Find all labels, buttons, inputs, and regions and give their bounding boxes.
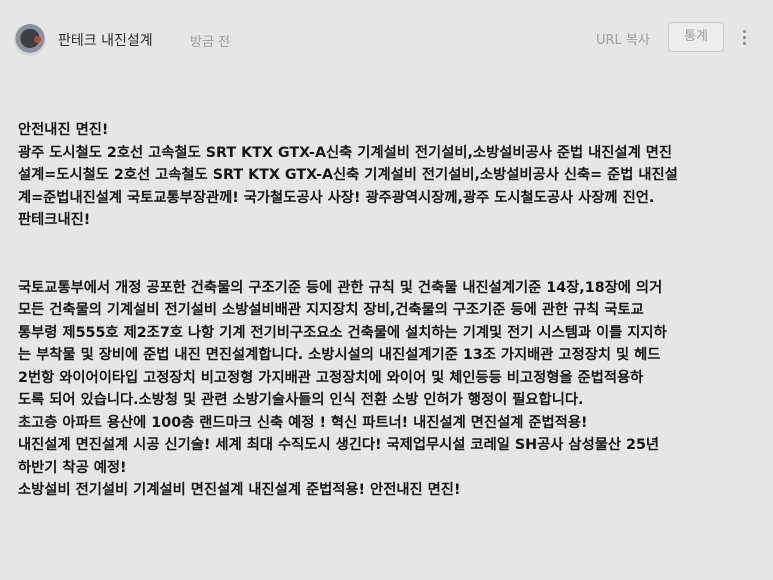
- body-line: 도록 되어 있습니다.소방청 및 관련 소방기술사들의 인식 전환 소방 인허가…: [18, 392, 584, 408]
- avatar-logo-dot: [34, 36, 41, 43]
- body-line: 국토교통부에서 개정 공포한 건축물의 구조기준 등에 관한 규칙 및 건축물 …: [18, 279, 663, 296]
- body-line: 통부령 제555호 제2조7호 나항 기계 전기비구조요소 건축물에 설치하는 …: [18, 324, 667, 341]
- url-copy-link[interactable]: URL 복사: [596, 29, 650, 48]
- body-line: 설계=도시철도 2호선 고속철도 SRT KTX GTX-A신축 기계설비 전기…: [18, 167, 678, 183]
- post-time: 방금 전: [190, 35, 231, 50]
- post-header: 판테크 내진설계 방금 전 URL 복사 통계: [0, 0, 773, 78]
- body-line: 광주 도시철도 2호선 고속철도 SRT KTX GTX-A신축 기계설비 전기…: [18, 144, 672, 161]
- body-line: 소방설비 전기설비 기계설비 면진설계 내진설계 준법적용! 안전내진 면진!: [18, 482, 461, 498]
- body-line: 계=준법내진설계 국토교통부장관께! 국가철도공사 사장! 광주광역시장께,광주…: [18, 189, 655, 206]
- body-line: 안전내진 면진!: [18, 122, 109, 138]
- post-body: 안전내진 면진! 광주 도시철도 2호선 고속철도 SRT KTX GTX-A신…: [18, 119, 758, 502]
- more-vertical-icon[interactable]: [738, 27, 752, 49]
- body-line: 판테크내진!: [18, 212, 91, 228]
- body-line: 하반기 착공 예정!: [18, 459, 127, 476]
- body-line: 초고층 아파트 용산에 100층 랜드마크 신축 예정 ! 혁신 파트너! 내진…: [18, 414, 588, 431]
- author-avatar[interactable]: [14, 24, 46, 56]
- body-line: 내진설계 면진설계 시공 신기술! 세계 최대 수직도시 생긴다! 국제업무시설…: [18, 437, 660, 453]
- stats-button[interactable]: 통계: [668, 22, 724, 52]
- body-line: 2번항 와이어이타입 고정장치 비고정형 가지배관 고정장치에 와이어 및 체인…: [18, 369, 644, 386]
- body-line: 모든 건축물의 기계설비 전기설비 소방설비배관 지지장치 장비,건축물의 구조…: [18, 302, 644, 318]
- author-name[interactable]: 판테크 내진설계: [58, 30, 153, 50]
- body-line: 는 부착물 및 장비에 준법 내진 면진설계합니다. 소방시설의 내진설계기준 …: [18, 347, 661, 363]
